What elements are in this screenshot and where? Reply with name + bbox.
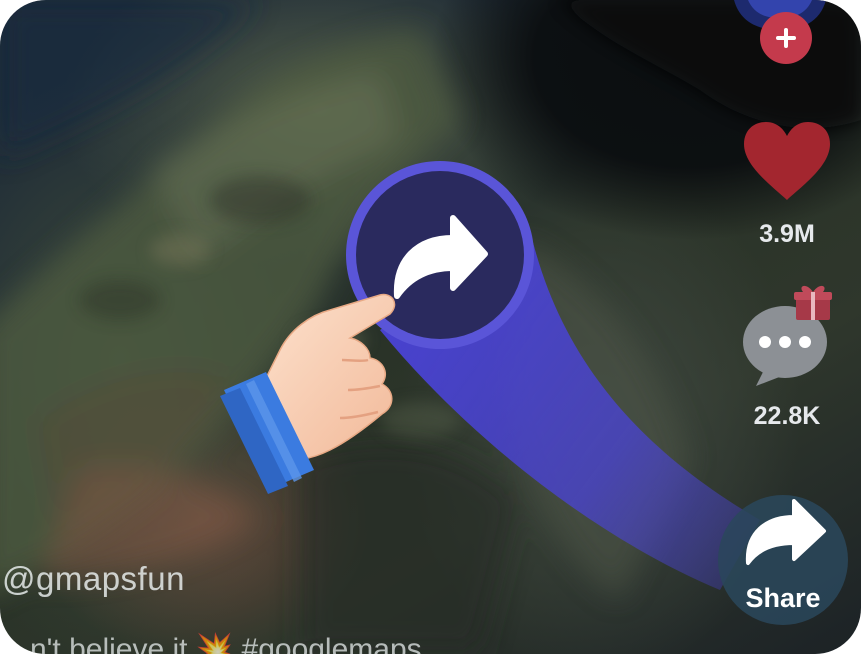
share-arrow-icon xyxy=(745,499,826,565)
pointing-hand-icon xyxy=(220,293,396,494)
video-frame[interactable]: 3.9M 22.8K Share @gmapsfun n't believe i… xyxy=(0,0,861,654)
share-button[interactable]: Share xyxy=(718,495,848,625)
heart-icon[interactable] xyxy=(742,120,832,202)
gift-icon xyxy=(794,285,832,320)
share-label: Share xyxy=(745,583,821,613)
author-handle[interactable]: @gmapsfun xyxy=(2,560,185,598)
comment-count: 22.8K xyxy=(753,402,821,430)
like-count: 3.9M xyxy=(759,220,815,248)
follow-button[interactable] xyxy=(760,12,812,64)
plus-icon xyxy=(776,28,796,48)
video-caption: n't believe it 💥 #googlemaps xyxy=(30,633,422,654)
